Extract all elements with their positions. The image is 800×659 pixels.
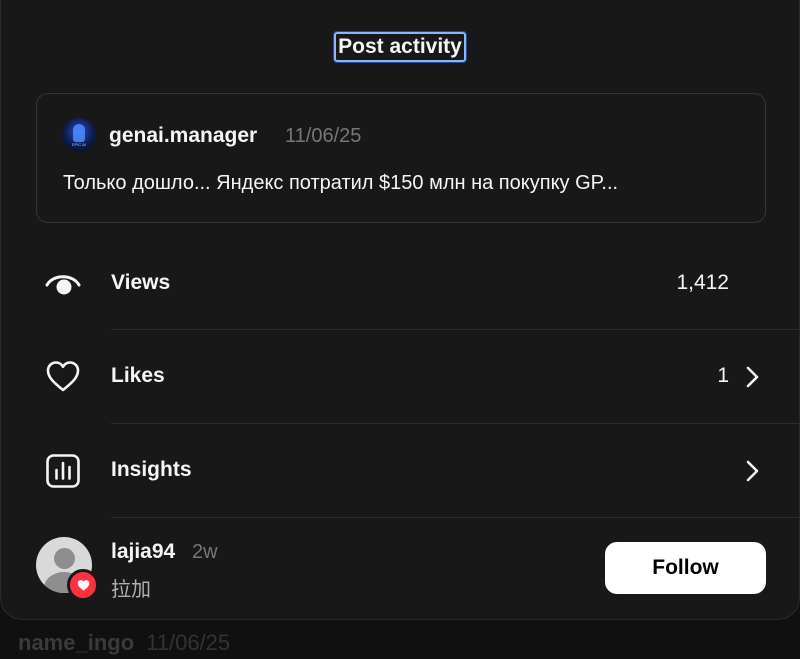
background-post-username: name_ingo bbox=[18, 630, 135, 655]
liker-time: 2w bbox=[192, 541, 218, 563]
divider bbox=[111, 423, 799, 424]
chevron-right-icon bbox=[741, 365, 763, 389]
stat-label-likes: Likes bbox=[111, 364, 165, 387]
dialog-header: Post activity bbox=[1, 31, 799, 63]
bar-chart-icon bbox=[45, 453, 81, 489]
heart-icon bbox=[45, 359, 81, 395]
avatar-placeholder-head bbox=[54, 548, 75, 569]
background-post-date: 11/06/25 bbox=[146, 630, 231, 655]
stat-label-views: Views bbox=[111, 271, 171, 294]
stat-row-views: Views 1,412 bbox=[1, 238, 800, 330]
stat-row-likes[interactable]: Likes 1 bbox=[1, 331, 800, 423]
chevron-right-icon bbox=[741, 459, 763, 483]
eye-icon bbox=[45, 266, 81, 302]
stat-value-likes: 1 bbox=[717, 364, 729, 387]
avatar-caption: EPIC AI bbox=[71, 142, 86, 147]
background-post-header: name_ingo 11/06/25 bbox=[18, 630, 230, 656]
liker-list-item: lajia94 2w 拉加 Follow bbox=[1, 518, 800, 618]
dialog-title: Post activity bbox=[333, 31, 467, 63]
like-badge-icon bbox=[67, 569, 99, 601]
post-author-avatar[interactable]: EPIC AI bbox=[62, 118, 96, 152]
avatar-figure bbox=[73, 124, 85, 142]
stat-value-views: 1,412 bbox=[676, 271, 729, 294]
post-author-username[interactable]: genai.manager bbox=[109, 124, 257, 148]
liker-full-name: 拉加 bbox=[111, 579, 151, 601]
post-text-preview: Только дошло... Яндекс потратил $150 млн… bbox=[63, 172, 619, 194]
follow-button[interactable]: Follow bbox=[605, 542, 766, 594]
liker-username[interactable]: lajia94 bbox=[111, 540, 175, 564]
post-preview-card[interactable]: EPIC AI genai.manager 11/06/25 Только до… bbox=[36, 93, 766, 223]
stat-row-insights[interactable]: Insights bbox=[1, 425, 800, 517]
post-date: 11/06/25 bbox=[285, 125, 362, 147]
post-activity-dialog: Post activity EPIC AI genai.manager 11/0… bbox=[0, 0, 800, 620]
stat-label-insights: Insights bbox=[111, 458, 192, 481]
divider bbox=[111, 329, 799, 330]
